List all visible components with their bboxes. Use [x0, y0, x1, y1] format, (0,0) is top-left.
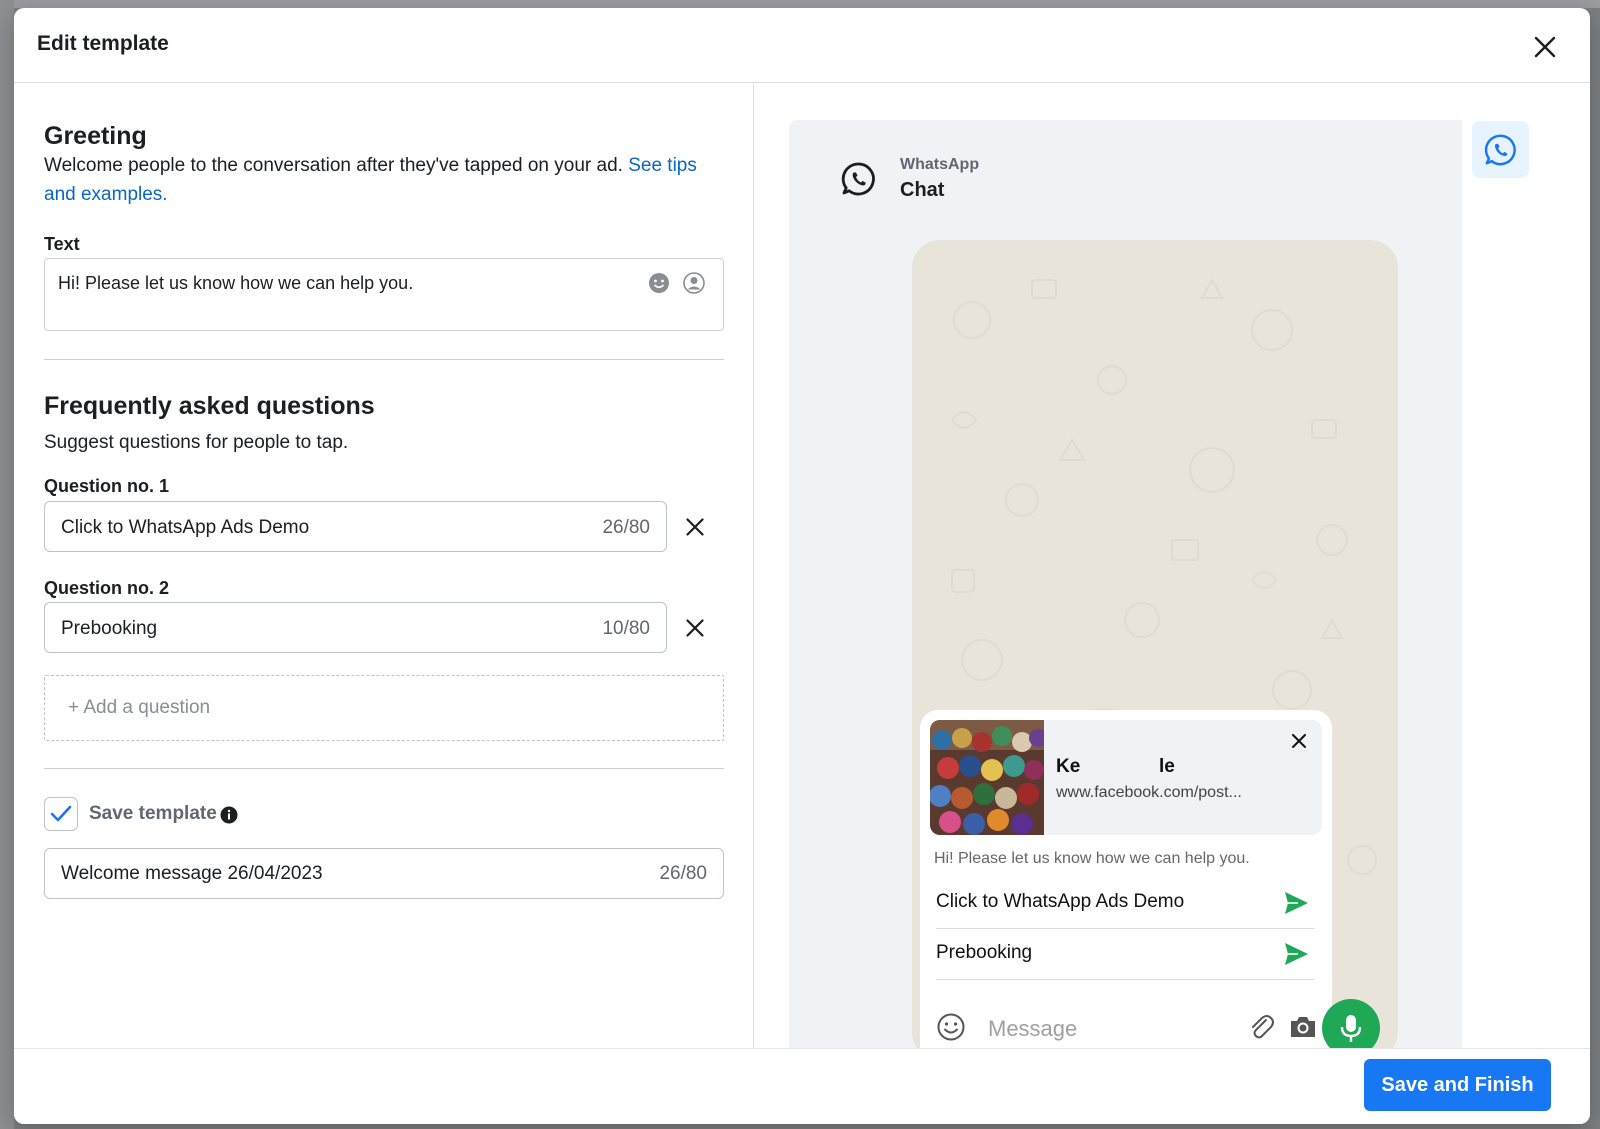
ad-preview[interactable]: Ke le www.facebook.com/post...: [930, 720, 1322, 835]
greeting-description: Welcome people to the conversation after…: [44, 151, 714, 209]
template-name-value: Welcome message 26/04/2023: [61, 863, 323, 884]
preview-faq-item[interactable]: Prebooking: [936, 928, 1314, 980]
personalize-icon[interactable]: [682, 271, 706, 295]
background-page: [0, 0, 14, 1129]
add-question-label: + Add a question: [68, 697, 211, 718]
emoji-icon[interactable]: [647, 271, 671, 295]
redacted-block: [1086, 756, 1160, 780]
faq-description: Suggest questions for people to tap.: [44, 432, 349, 453]
ad-thumbnail: [930, 720, 1044, 835]
save-template-checkbox[interactable]: [44, 797, 78, 831]
greeting-heading: Greeting: [44, 122, 147, 150]
info-icon[interactable]: [220, 806, 238, 824]
ad-url: www.facebook.com/post...: [1056, 784, 1242, 801]
ad-title-start: Ke: [1056, 756, 1081, 777]
template-name-char-count: 26/80: [659, 863, 707, 884]
phone-preview: Ke le www.facebook.com/post... Hi! Pleas…: [912, 240, 1398, 1060]
question-2-label: Question no. 2: [44, 578, 170, 598]
emoji-icon[interactable]: [936, 1012, 966, 1042]
microphone-icon: [1340, 1015, 1362, 1042]
question-2-value: Prebooking: [61, 618, 158, 639]
question-2-char-count: 10/80: [602, 618, 650, 639]
greeting-text-value: Hi! Please let us know how we can help y…: [58, 273, 414, 293]
preview-faq-item[interactable]: Click to WhatsApp Ads Demo: [936, 877, 1314, 929]
question-1-char-count: 26/80: [602, 517, 650, 538]
checkmark-icon: [50, 805, 72, 822]
section-divider: [44, 359, 724, 360]
ad-title-end: le: [1159, 756, 1175, 777]
preview-chat-label: Chat: [900, 179, 945, 201]
close-icon: [686, 518, 704, 536]
close-icon: [1534, 36, 1556, 58]
question-1-label: Question no. 1: [44, 476, 170, 496]
greeting-description-text: Welcome people to the conversation after…: [44, 155, 623, 176]
close-dialog-button[interactable]: [1528, 30, 1562, 64]
question-1-input[interactable]: Click to WhatsApp Ads Demo 26/80: [44, 501, 667, 552]
faq-heading: Frequently asked questions: [44, 392, 375, 420]
send-icon: [1285, 892, 1308, 914]
camera-icon[interactable]: [1288, 1012, 1318, 1042]
whatsapp-preview-toggle[interactable]: [1472, 121, 1529, 178]
dialog-header: Edit template: [14, 8, 1590, 83]
greeting-text-input[interactable]: Hi! Please let us know how we can help y…: [44, 258, 724, 331]
dismiss-ad-button[interactable]: [1288, 730, 1310, 752]
dialog-footer: Save and Finish: [14, 1048, 1590, 1124]
send-icon: [1285, 943, 1308, 965]
close-icon: [686, 619, 704, 637]
add-question-button[interactable]: + Add a question: [44, 675, 724, 741]
whatsapp-icon: [1484, 134, 1516, 165]
chat-message-card: Ke le www.facebook.com/post... Hi! Pleas…: [920, 710, 1332, 1060]
dialog-title: Edit template: [37, 32, 169, 55]
preview-greeting-text: Hi! Please let us know how we can help y…: [934, 850, 1250, 867]
question-2-input[interactable]: Prebooking 10/80: [44, 602, 667, 653]
question-1-value: Click to WhatsApp Ads Demo: [61, 517, 310, 538]
close-icon: [1292, 734, 1306, 748]
edit-template-dialog: Edit template Greeting Welcome people to…: [14, 8, 1590, 1124]
remove-question-1-button[interactable]: [680, 512, 710, 542]
template-name-input[interactable]: Welcome message 26/04/2023 26/80: [44, 848, 724, 899]
save-template-label: Save template: [89, 803, 217, 824]
text-field-label: Text: [44, 234, 80, 254]
template-form-panel: Greeting Welcome people to the conversat…: [14, 84, 754, 1049]
paperclip-icon[interactable]: [1246, 1012, 1276, 1042]
whatsapp-icon: [841, 162, 875, 196]
preview-app-name: WhatsApp: [900, 156, 980, 173]
background-header: [14, 0, 1600, 8]
remove-question-2-button[interactable]: [680, 613, 710, 643]
save-and-finish-button[interactable]: Save and Finish: [1364, 1059, 1551, 1111]
chat-preview-panel: WhatsApp Chat Ke le www.facebook.com/pos…: [789, 120, 1462, 1060]
section-divider: [44, 768, 724, 769]
preview-faq-label: Click to WhatsApp Ads Demo: [936, 891, 1185, 912]
message-input[interactable]: Message: [988, 1016, 1077, 1042]
preview-faq-label: Prebooking: [936, 942, 1033, 963]
